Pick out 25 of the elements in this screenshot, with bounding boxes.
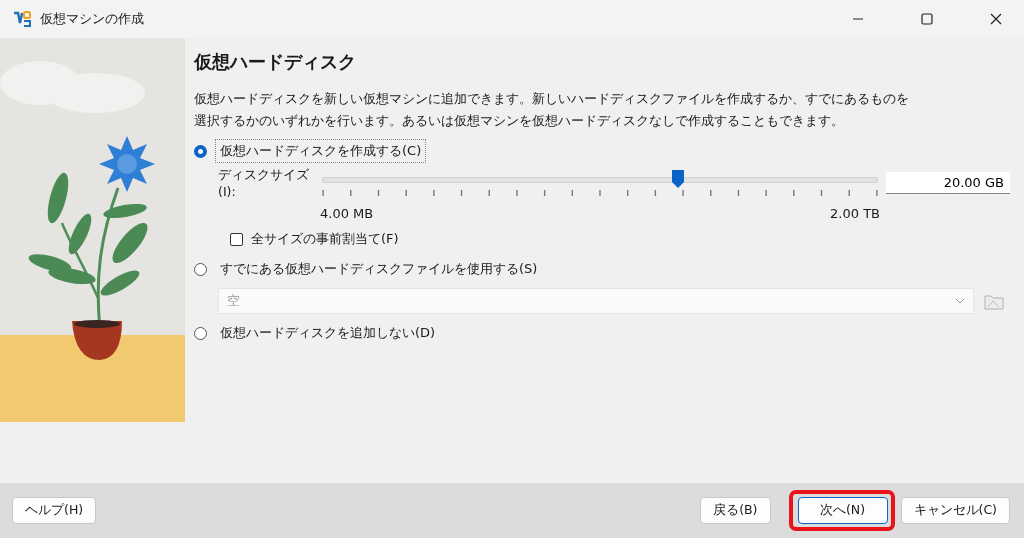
page-heading: 仮想ハードディスク — [194, 50, 357, 74]
dialog-button[interactable]: 次へ(N) — [797, 497, 888, 524]
slider-thumb[interactable] — [671, 170, 684, 188]
maximize-icon[interactable] — [921, 13, 933, 25]
radio-button[interactable] — [194, 262, 207, 276]
checkbox-label[interactable]: 全サイズの事前割当て(F) — [251, 230, 399, 248]
dialog-button[interactable]: ヘルプ(H) — [12, 497, 97, 524]
radio-button[interactable] — [194, 326, 207, 340]
radio-label[interactable]: 仮想ハードディスクを作成する(C) — [215, 139, 427, 163]
disk-size-label: ディスクサイズ(I): — [218, 167, 310, 199]
radio-label[interactable]: 仮想ハードディスクを追加しない(D) — [215, 321, 441, 345]
dialog-button[interactable]: 戻る(B) — [700, 497, 771, 524]
max-size-label: 2.00 TB — [830, 205, 880, 221]
close-icon[interactable] — [990, 13, 1002, 25]
min-size-label: 4.00 MB — [320, 205, 374, 221]
checkbox[interactable] — [230, 232, 243, 246]
window-title: 仮想マシンの作成 — [40, 10, 144, 28]
description-text: 仮想ハードディスクを新しい仮想マシンに追加できます。新しいハードディスクファイルを作成するか、すでにあるものを選択するかのいずれかを行います。あるいは仮想マシンを仮想ハードディスクなしで作成することもできます。 — [194, 90, 910, 130]
radio-label[interactable]: すでにある仮想ハードディスクファイルを使用する(S) — [215, 257, 543, 281]
disk-size-slider[interactable] — [322, 170, 878, 196]
chevron-down-icon — [955, 298, 965, 304]
app-logo-icon — [12, 10, 32, 28]
dialog-button[interactable]: キャンセル(C) — [900, 497, 1010, 524]
radio-button[interactable] — [194, 144, 207, 158]
disk-size-field[interactable]: 20.00 GB — [886, 172, 1010, 194]
